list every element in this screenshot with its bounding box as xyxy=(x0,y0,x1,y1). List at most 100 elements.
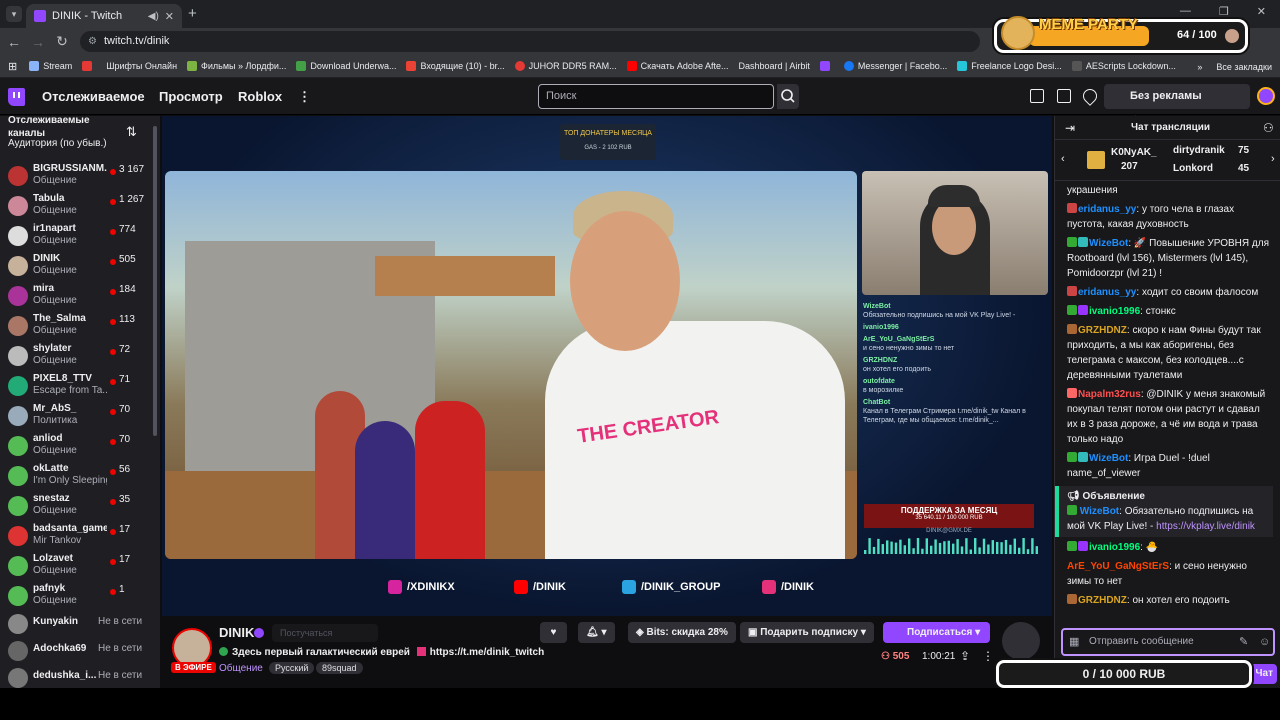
sidebar-channel[interactable]: anliod Общение 70 xyxy=(0,431,152,461)
channel-name[interactable]: DINIK xyxy=(219,625,254,640)
tag[interactable]: Русский xyxy=(269,662,315,674)
no-ads-button[interactable]: Без рекламы бесплатно xyxy=(1104,84,1250,127)
prev-icon[interactable]: ‹ xyxy=(1061,153,1065,165)
reload-icon[interactable]: ↻ xyxy=(50,33,74,50)
users-icon[interactable]: ⚇ xyxy=(1263,121,1274,135)
audio-icon[interactable]: ◀) xyxy=(148,11,159,22)
notifications-button[interactable]: 🔔︎ ▾ xyxy=(578,622,615,643)
close-tab-icon[interactable]: ✕ xyxy=(165,10,174,23)
sidebar-channel-offline[interactable]: dedushka_i... Не в сети xyxy=(0,663,152,688)
forward-icon[interactable]: → xyxy=(26,34,50,50)
sidebar-channel[interactable]: The_Salma Общение 113 xyxy=(0,311,152,341)
overlay-chat-text: Канал в Телеграм Стримера t.me/dinik_tw … xyxy=(863,408,1026,424)
sidebar-channel[interactable]: BIGRUSSIANM... Общение 3 167 xyxy=(0,161,152,191)
extension-icon[interactable] xyxy=(1002,622,1040,660)
chat-username[interactable]: Napalm32rus xyxy=(1078,389,1141,400)
more-menu-icon[interactable]: ⋮ xyxy=(298,89,311,105)
sidebar-channel[interactable]: DINIK Общение 505 xyxy=(0,251,152,281)
tab-search-icon[interactable]: ▾ xyxy=(6,6,22,22)
sidebar-channel[interactable]: badsanta_games Mir Tankov 17 xyxy=(0,521,152,551)
bookmark-item[interactable]: Download Underwa... xyxy=(296,61,396,71)
sidebar-channel[interactable]: Mr_AbS_ Политика 70 xyxy=(0,401,152,431)
sidebar-channel[interactable]: mira Общение 184 xyxy=(0,281,152,311)
back-icon[interactable]: ← xyxy=(2,34,26,50)
bookmark-item[interactable] xyxy=(819,61,834,71)
sidebar-channel[interactable]: snestaz Общение 35 xyxy=(0,491,152,521)
whispers-icon[interactable] xyxy=(1057,89,1071,103)
share-icon[interactable]: ⇪ xyxy=(960,649,970,663)
collapse-chat-icon[interactable]: ⇥ xyxy=(1065,121,1075,135)
sidebar-scrollbar[interactable] xyxy=(153,126,157,436)
sidebar-channel[interactable]: PIXEL8_TTV Escape from Ta... 71 xyxy=(0,371,152,401)
emoji-icon[interactable]: ☺ xyxy=(1259,630,1270,654)
chat-username[interactable]: ArE_YoU_GaNgStErS xyxy=(1067,561,1169,572)
chat-username[interactable]: WizeBot xyxy=(1080,506,1119,517)
video-player[interactable]: ТОП ДОНАТЕРЫ МЕСЯЦА GAS - 2 102 RUB THE … xyxy=(162,116,1052,616)
bookmark-item[interactable] xyxy=(82,61,96,71)
emote-picker-icon[interactable]: ▦ xyxy=(1069,630,1079,654)
nav-roblox[interactable]: Roblox xyxy=(238,89,282,104)
stream-title-link[interactable]: https://t.me/dinik_twitch xyxy=(430,647,544,658)
bookmark-item[interactable]: Шрифты Онлайн xyxy=(106,61,177,71)
subscribe-button[interactable]: Подписаться ▾ xyxy=(883,622,990,643)
all-bookmarks[interactable]: » Все закладки xyxy=(1197,62,1272,72)
bookmark-item[interactable]: Messenger | Facebo... xyxy=(843,61,947,71)
nav-following[interactable]: Отслеживаемое xyxy=(42,89,145,104)
bits-icon[interactable] xyxy=(1080,86,1100,106)
bookmark-item[interactable]: Скачать Adobe Afte... xyxy=(626,61,728,71)
site-info-icon[interactable]: ⚙ xyxy=(88,31,97,52)
chat-input[interactable]: ▦ Отправить сообщение ✎ ☺ xyxy=(1061,628,1275,656)
chat-username[interactable]: ivanio1996 xyxy=(1089,306,1140,317)
minimize-icon[interactable]: — xyxy=(1180,5,1191,18)
sidebar-channel-offline[interactable]: Kunyakin Не в сети xyxy=(0,609,152,639)
bits-discount-button[interactable]: ◈ Bits: скидка 28% xyxy=(628,622,736,643)
bookmark-item[interactable]: AEScripts Lockdown... xyxy=(1071,61,1176,71)
announcement-link[interactable]: https://vkplay.live/dinik xyxy=(1156,521,1255,532)
new-tab-button[interactable]: + xyxy=(188,5,197,22)
tag[interactable]: 89squad xyxy=(316,662,363,674)
bookmark-item[interactable]: Dashboard | Airbit xyxy=(738,61,809,71)
apps-icon[interactable]: ⊞ xyxy=(8,60,17,73)
sidebar-channel[interactable]: shylater Общение 72 xyxy=(0,341,152,371)
twitch-logo-icon[interactable] xyxy=(8,88,25,106)
close-window-icon[interactable]: ✕ xyxy=(1257,5,1266,18)
sidebar-channel[interactable]: Tabula Общение 1 267 xyxy=(0,191,152,221)
bookmark-item[interactable]: JUHOR DDR5 RAM... xyxy=(514,61,617,71)
chat-username[interactable]: eridanus_yy xyxy=(1078,204,1136,215)
channel-name: Adochka69 xyxy=(33,643,87,654)
bookmark-item[interactable]: Stream xyxy=(29,61,72,71)
maximize-icon[interactable]: ❐ xyxy=(1219,5,1229,18)
chat-username[interactable]: GRZHDNZ xyxy=(1078,325,1127,336)
bookmark-item[interactable]: Входящие (10) - br... xyxy=(406,61,505,71)
more-options-icon[interactable]: ⋮ xyxy=(982,649,994,663)
gift-sub-button[interactable]: ▣ Подарить подписку ▾ xyxy=(740,622,874,643)
chat-username[interactable]: WizeBot xyxy=(1089,238,1128,249)
more-bookmarks-icon[interactable]: » xyxy=(1197,62,1202,72)
chat-username[interactable]: WizeBot xyxy=(1089,453,1128,464)
sidebar-channel[interactable]: ir1napart Общение 774 xyxy=(0,221,152,251)
channel-name: okLatte xyxy=(33,463,69,474)
chat-username[interactable]: GRZHDNZ xyxy=(1078,595,1127,606)
nav-browse[interactable]: Просмотр xyxy=(159,89,223,104)
sidebar-channel[interactable]: pafnyk Общение 1 xyxy=(0,581,152,611)
search-input[interactable]: Поиск xyxy=(538,84,774,109)
stream-category[interactable]: Общение xyxy=(219,663,263,674)
sidebar-channel[interactable]: okLatte I'm Only Sleeping 56 xyxy=(0,461,152,491)
inbox-icon[interactable] xyxy=(1030,89,1044,103)
next-icon[interactable]: › xyxy=(1271,153,1275,165)
bits-icon[interactable]: ✎ xyxy=(1239,630,1248,654)
search-button[interactable] xyxy=(777,84,799,109)
sidebar-channel-offline[interactable]: Adochka69 Не в сети xyxy=(0,636,152,666)
browser-tab[interactable]: DINIK - Twitch ◀) ✕ xyxy=(26,4,182,28)
follow-dropdown[interactable]: Постучаться xyxy=(272,624,378,642)
sort-toggle-icon[interactable]: ⇅ xyxy=(126,124,137,140)
user-avatar[interactable] xyxy=(1257,87,1275,105)
url-field[interactable]: ⚙ twitch.tv/dinik xyxy=(80,31,980,52)
bookmark-item[interactable]: Freelance Logo Desi... xyxy=(957,61,1062,71)
chat-username[interactable]: eridanus_yy xyxy=(1078,287,1136,298)
chat-username[interactable]: ivanio1996 xyxy=(1089,542,1140,553)
bookmark-item[interactable]: Фильмы » Лордфи... xyxy=(187,61,286,71)
heart-icon[interactable]: ♥ xyxy=(540,622,567,643)
chat-text: стонкс xyxy=(1145,306,1176,317)
sidebar-channel[interactable]: Lolzavet Общение 17 xyxy=(0,551,152,581)
